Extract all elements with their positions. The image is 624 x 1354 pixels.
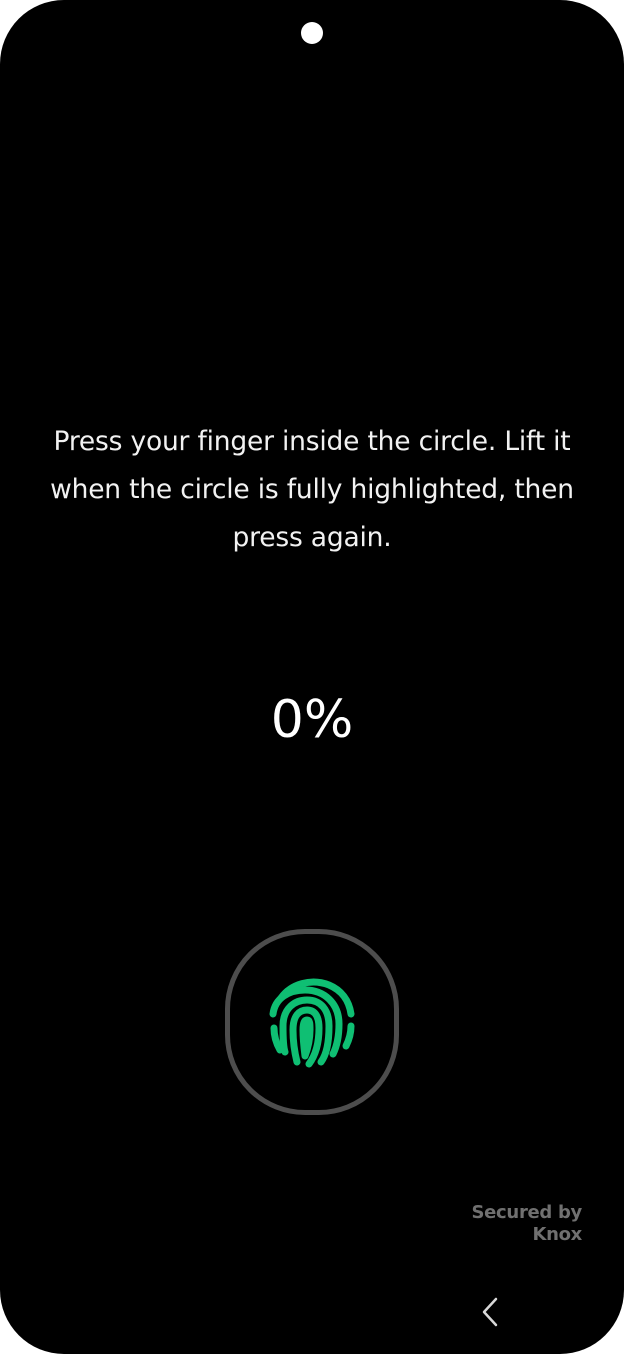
camera-cutout	[301, 22, 323, 44]
knox-line-1: Secured by	[471, 1202, 582, 1223]
chevron-left-icon	[482, 1297, 498, 1327]
knox-line-2: Knox	[532, 1224, 582, 1245]
fingerprint-icon	[269, 978, 355, 1068]
secured-by-knox-label: Secured by Knox	[471, 1202, 582, 1246]
back-button[interactable]	[468, 1290, 512, 1334]
fingerprint-sensor-area[interactable]	[225, 929, 399, 1115]
fingerprint-instructions: Press your finger inside the circle. Lif…	[50, 426, 574, 553]
progress-percentage: 0%	[270, 690, 354, 750]
phone-screen: Press your finger inside the circle. Lif…	[0, 0, 624, 1354]
